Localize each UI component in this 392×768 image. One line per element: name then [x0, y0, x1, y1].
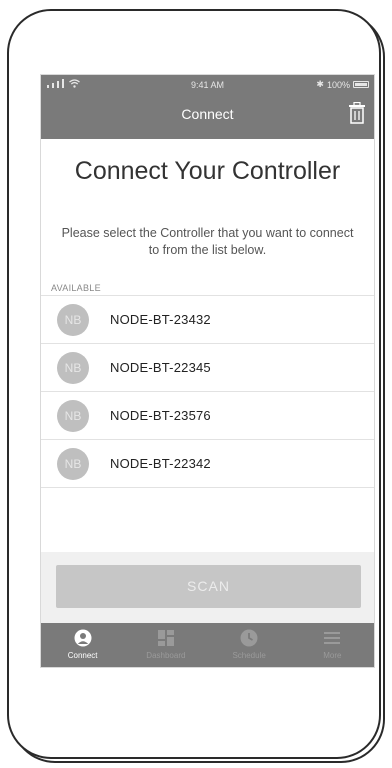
battery-percentage: 100%: [326, 79, 350, 90]
tab-label: Connect: [67, 651, 98, 660]
grid-icon: [157, 630, 174, 646]
device-name: NODE-BT-22342: [110, 456, 211, 471]
tab-more[interactable]: More: [291, 623, 374, 667]
device-list-item[interactable]: NB NODE-BT-23576: [41, 391, 374, 439]
scan-button[interactable]: SCAN: [56, 565, 361, 608]
device-name: NODE-BT-23432: [110, 312, 211, 327]
device-avatar: NB: [57, 304, 89, 336]
device-avatar: NB: [57, 352, 89, 384]
user-circle-icon: [74, 629, 92, 647]
menu-icon: [324, 632, 341, 644]
tab-connect[interactable]: Connect: [41, 623, 124, 667]
device-list-item[interactable]: NB NODE-BT-22342: [41, 439, 374, 488]
tab-dashboard[interactable]: Dashboard: [124, 623, 207, 667]
status-right: ✱ 100%: [316, 79, 369, 90]
battery-icon: [353, 81, 369, 88]
instructions-text: Please select the Controller that you wa…: [61, 226, 354, 257]
app-screen: 9:41 AM ✱ 100% Connect Connect Your Cont…: [41, 75, 374, 667]
device-avatar: NB: [57, 448, 89, 480]
tab-label: More: [323, 651, 342, 660]
device-list-item[interactable]: NB NODE-BT-22345: [41, 343, 374, 391]
tab-label: Schedule: [232, 651, 266, 660]
tab-schedule[interactable]: Schedule: [208, 623, 291, 667]
nav-bar: Connect: [41, 95, 374, 139]
trash-icon[interactable]: [348, 102, 366, 124]
device-name: NODE-BT-23576: [110, 408, 211, 423]
tab-bar: Connect Dashboard Schedule More: [41, 623, 374, 667]
status-bar: 9:41 AM ✱ 100%: [41, 75, 374, 95]
device-list-item[interactable]: NB NODE-BT-23432: [41, 295, 374, 343]
page-title: Connect Your Controller: [74, 157, 341, 185]
device-avatar: NB: [57, 400, 89, 432]
bluetooth-icon: ✱: [316, 79, 324, 89]
clock-icon: [240, 629, 258, 647]
available-section-label: AVAILABLE: [51, 283, 101, 293]
device-list: NB NODE-BT-23432 NB NODE-BT-22345 NB NOD…: [41, 295, 374, 488]
device-name: NODE-BT-22345: [110, 360, 211, 375]
nav-title: Connect: [181, 106, 234, 122]
tab-label: Dashboard: [146, 651, 186, 660]
